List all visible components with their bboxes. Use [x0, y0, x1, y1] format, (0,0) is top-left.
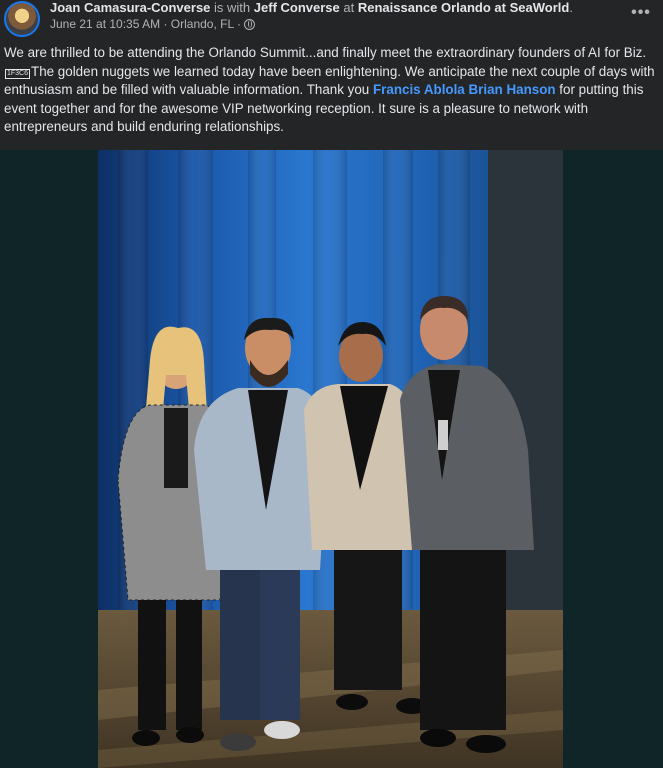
post-city[interactable]: Orlando, FL	[171, 17, 234, 31]
post-body: We are thrilled to be attending the Orla…	[4, 44, 656, 137]
photo-container	[0, 150, 663, 768]
more-options-icon[interactable]: •••	[628, 5, 654, 24]
tagged-person-link[interactable]: Jeff Converse	[254, 0, 340, 15]
post-meta: June 21 at 10:35 AM · Orlando, FL ·	[50, 17, 256, 32]
post-attribution: Joan Camasura-Converse is with Jeff Conv…	[50, 0, 573, 16]
emoji-placeholder: 1F3C6	[5, 68, 31, 79]
location-link[interactable]: Renaissance Orlando at SeaWorld	[358, 0, 569, 15]
post-header: Joan Camasura-Converse is with Jeff Conv…	[0, 0, 663, 44]
meta-separator-2: ·	[237, 17, 242, 31]
post-text-part2: The golden nuggets we learned today have…	[4, 63, 655, 98]
post-text-part1: We are thrilled to be attending the Orla…	[4, 45, 647, 60]
at-text: at	[343, 0, 355, 15]
post-photo[interactable]	[98, 150, 563, 768]
post-timestamp[interactable]: June 21 at 10:35 AM	[50, 17, 160, 31]
with-text: is with	[214, 0, 251, 15]
mention-brian-hanson[interactable]: Brian Hanson	[469, 82, 556, 97]
author-name-link[interactable]: Joan Camasura-Converse	[50, 0, 210, 15]
globe-icon[interactable]	[244, 19, 256, 30]
period: .	[569, 0, 573, 15]
mention-francis-ablola[interactable]: Francis Ablola	[373, 82, 465, 97]
meta-separator: ·	[163, 17, 168, 31]
author-avatar[interactable]	[4, 1, 40, 37]
